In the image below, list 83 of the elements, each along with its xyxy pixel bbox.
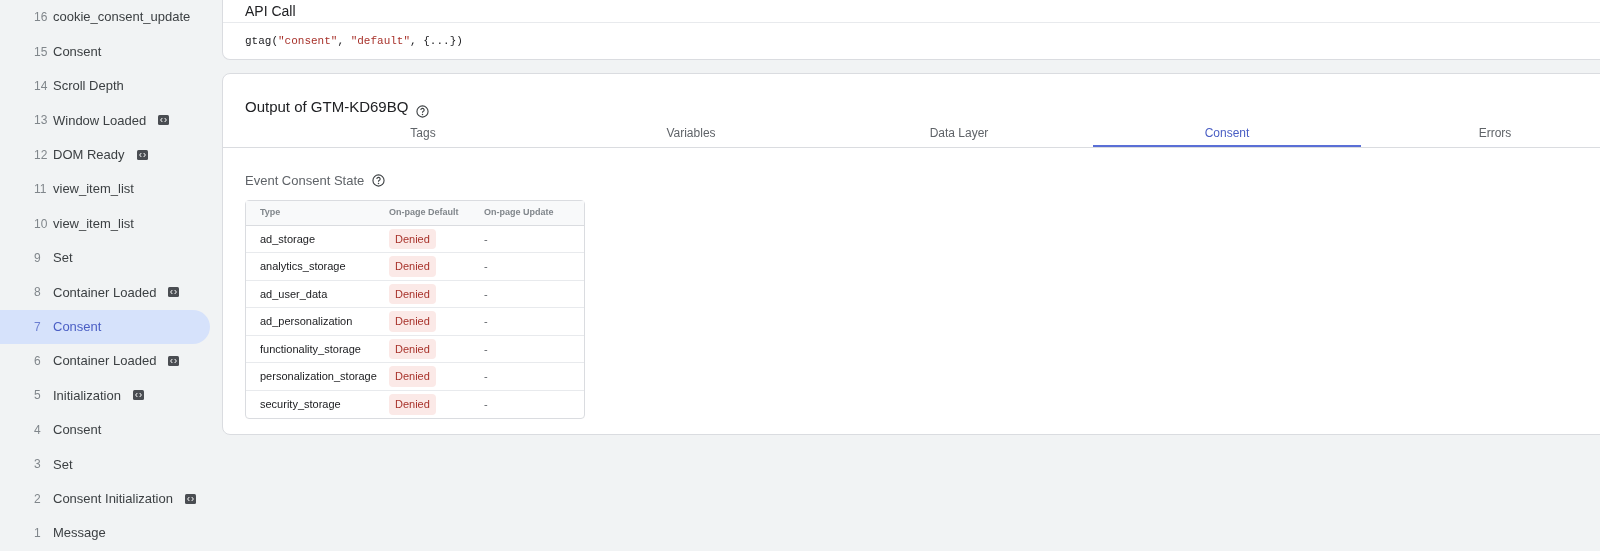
event-label: Set [53, 455, 73, 474]
status-badge: Denied [389, 283, 436, 304]
event-number: 7 [34, 318, 42, 336]
column-header: Type [259, 205, 282, 219]
tab[interactable]: Data Layer [825, 120, 1093, 147]
event-number: 2 [34, 490, 42, 508]
event-label: Consent [53, 317, 102, 336]
event-label: view_item_list [53, 180, 134, 199]
event-label: Container Loaded [53, 283, 157, 302]
event-label: Consent [53, 421, 102, 440]
event-list-item[interactable]: 1 Message [0, 515, 210, 551]
card-title: Output of GTM-KD69BQ [245, 96, 409, 117]
event-number: 8 [34, 284, 42, 302]
column-header: On-page Update [484, 205, 554, 219]
event-list-item[interactable]: 9 Set [0, 240, 210, 276]
event-number: 6 [34, 353, 42, 371]
event-list-item[interactable]: 5 Initialization [0, 378, 210, 413]
status-badge: Denied [389, 256, 436, 277]
table-cell-text: - [484, 259, 488, 274]
event-list-item[interactable]: 3 Set [0, 447, 210, 482]
event-label: Consent [53, 42, 102, 61]
event-list-item[interactable]: 4 Consent [0, 412, 210, 448]
card-title: API Call [245, 3, 296, 19]
tab[interactable]: Errors [1361, 120, 1600, 147]
event-list-item[interactable]: 10 view_item_list [0, 206, 210, 241]
status-badge: Denied [389, 366, 436, 387]
event-number: 12 [34, 146, 49, 164]
event-number: 9 [34, 249, 42, 267]
table-cell-text: - [484, 369, 488, 384]
event-list-item[interactable]: 12 DOM Ready [0, 137, 210, 172]
table-cell-text: - [484, 286, 488, 302]
section-title: Event Consent State [245, 172, 365, 190]
event-number: 3 [34, 456, 42, 474]
event-list-item[interactable]: 13 Window Loaded [0, 103, 210, 138]
table-cell-text: ad_storage [259, 231, 317, 247]
event-number: 5 [34, 387, 42, 405]
event-label: DOM Ready [53, 146, 125, 164]
event-label: Container Loaded [53, 352, 157, 371]
event-label: Consent Initialization [53, 489, 173, 508]
status-badge: Denied [389, 394, 436, 415]
table-cell-text: - [484, 231, 488, 247]
help-icon[interactable] [372, 174, 386, 188]
event-label: view_item_list [53, 214, 134, 233]
status-badge: Denied [389, 311, 436, 332]
event-list-item[interactable]: 11 view_item_list [0, 171, 210, 207]
event-number: 15 [34, 43, 49, 61]
event-list-item[interactable]: 7 Consent [0, 309, 210, 344]
table-cell-text: ad_personalization [259, 314, 354, 329]
column-header: On-page Default [389, 205, 460, 219]
event-label: Set [53, 249, 73, 268]
event-list-item[interactable]: 16 cookie_consent_update [0, 0, 210, 35]
event-number: 10 [34, 215, 49, 233]
help-icon[interactable] [416, 105, 430, 118]
table-cell-text: functionality_storage [259, 341, 362, 357]
event-number: 14 [34, 77, 49, 95]
tab[interactable]: Variables [557, 120, 825, 147]
event-number: 13 [34, 112, 49, 130]
event-label: Scroll Depth [53, 77, 124, 96]
event-list-item[interactable]: 15 Consent [0, 34, 210, 69]
code-line: gtag("consent", "default", {...}) [245, 33, 463, 49]
status-badge: Denied [389, 338, 436, 359]
table-cell-text: personalization_storage [259, 369, 378, 384]
event-number: 4 [34, 421, 42, 439]
table-cell-text: analytics_storage [259, 259, 347, 274]
tab[interactable]: Tags [289, 120, 557, 147]
event-list-item[interactable]: 2 Consent Initialization [0, 481, 210, 516]
table-cell-text: security_storage [259, 397, 342, 412]
event-list-item[interactable]: 6 Container Loaded [0, 343, 210, 379]
status-badge: Denied [389, 228, 436, 249]
event-list-item[interactable]: 8 Container Loaded [0, 275, 210, 310]
event-label: Initialization [53, 386, 121, 405]
event-list-item[interactable]: 14 Scroll Depth [0, 68, 210, 104]
event-label: Message [53, 524, 106, 543]
table-cell-text: ad_user_data [259, 286, 329, 302]
event-number: 16 [34, 9, 49, 27]
event-label: Window Loaded [53, 111, 147, 130]
table-cell-text: - [484, 314, 488, 329]
table-cell-text: - [484, 341, 488, 357]
tab[interactable]: Consent [1093, 120, 1361, 147]
event-number: 11 [34, 181, 48, 199]
event-number: 1 [34, 525, 42, 543]
table-cell-text: - [484, 397, 488, 412]
event-label: cookie_consent_update [53, 8, 191, 27]
